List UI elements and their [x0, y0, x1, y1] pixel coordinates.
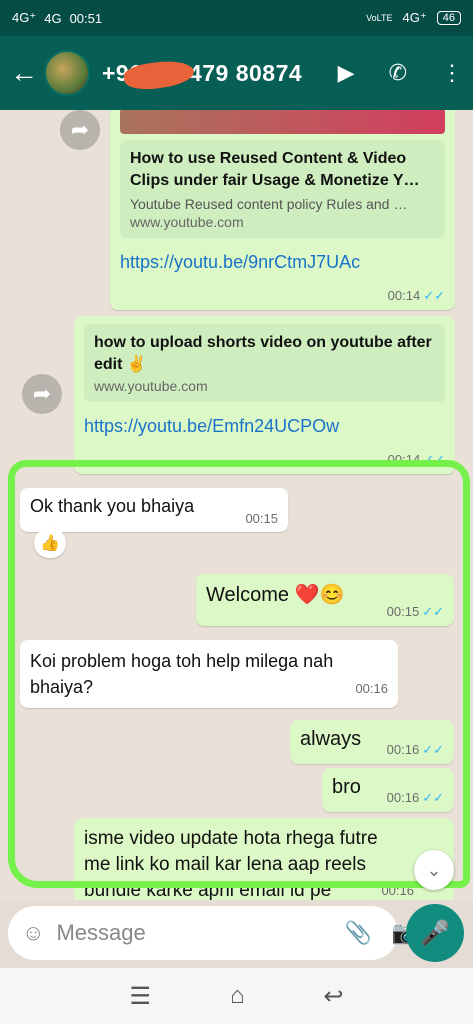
forward-icon[interactable]: ➦: [60, 110, 100, 150]
preview-domain: www.youtube.com: [130, 214, 244, 230]
message-time: 00:14 ✓✓: [387, 452, 445, 467]
message-time: 00:16: [381, 883, 414, 898]
chat-area[interactable]: ➦ How to use Reused Content & Video Clip…: [0, 110, 473, 900]
message-text: Koi problem hoga toh help milega nah bha…: [30, 651, 334, 697]
preview-domain: www.youtube.com: [94, 378, 208, 394]
signal-2: 4G: [44, 10, 62, 26]
network-label: 4G⁺: [402, 10, 427, 25]
reaction-badge[interactable]: 👍: [34, 528, 66, 558]
more-vert-icon[interactable]: ⋮: [441, 60, 463, 86]
read-ticks-icon: ✓✓: [423, 452, 445, 467]
message-time: 00:16 ✓✓: [386, 790, 444, 805]
message-text: always: [300, 728, 362, 750]
preview-description: Youtube Reused content policy Rules and …: [130, 196, 408, 212]
arrow-left-icon[interactable]: ←: [10, 57, 38, 89]
message-bubble[interactable]: how to upload shorts video on youtube af…: [74, 316, 455, 474]
battery-indicator: 46: [436, 11, 461, 25]
message-bubble[interactable]: Ok thank you bhaiya 00:15: [20, 488, 288, 532]
contact-name[interactable]: +91 ··· ·479 80874: [102, 56, 302, 93]
message-input[interactable]: [56, 920, 345, 946]
message-bubble[interactable]: isme video update hota rhega futre me li…: [74, 818, 454, 900]
message-time: 00:15: [245, 511, 278, 526]
menu-nav-icon[interactable]: ☰: [129, 982, 151, 1011]
status-bar: 4G⁺ 4G 00:51 VoLTE 4G⁺ 46: [0, 0, 473, 36]
message-text: bro: [332, 776, 361, 798]
phone-icon[interactable]: ✆: [389, 60, 407, 86]
read-ticks-icon: ✓✓: [422, 742, 444, 757]
home-nav-icon[interactable]: ⌂: [230, 982, 245, 1010]
message-text: isme video update hota rhega futre me li…: [84, 828, 378, 900]
back-nav-icon[interactable]: ↩: [323, 982, 343, 1011]
message-text: Ok thank you bhaiya: [30, 496, 195, 516]
link-preview[interactable]: How to use Reused Content & Video Clips …: [120, 140, 445, 238]
system-nav-bar: ☰ ⌂ ↩: [0, 968, 473, 1024]
message-time: 00:16: [355, 681, 388, 696]
avatar[interactable]: [44, 50, 90, 96]
video-thumbnail: [120, 110, 445, 134]
message-bubble[interactable]: bro 00:16 ✓✓: [322, 768, 454, 812]
video-call-icon[interactable]: ▶︎: [338, 60, 355, 86]
signal-1: 4G⁺: [12, 10, 37, 25]
message-bubble[interactable]: Welcome ❤️😊 00:15 ✓✓: [196, 574, 454, 626]
chat-header: ← +91 ··· ·479 80874 ▶︎ ✆ ⋮: [0, 36, 473, 110]
message-bubble[interactable]: Koi problem hoga toh help milega nah bha…: [20, 640, 398, 708]
message-text: Welcome ❤️😊: [206, 584, 345, 606]
status-time: 00:51: [69, 10, 103, 26]
volte-label: VoLTE: [366, 13, 393, 23]
message-bubble[interactable]: always 00:16 ✓✓: [290, 720, 454, 764]
link-preview[interactable]: how to upload shorts video on youtube af…: [84, 324, 445, 402]
message-time: 00:16 ✓✓: [386, 742, 444, 757]
message-link[interactable]: https://youtu.be/9nrCtmJ7UAc: [120, 252, 445, 273]
scroll-down-icon[interactable]: ⌄: [414, 850, 454, 890]
message-time: 00:15 ✓✓: [386, 604, 444, 619]
preview-title: how to upload shorts video on youtube af…: [94, 334, 432, 373]
emoji-icon[interactable]: ☺: [22, 920, 44, 946]
read-ticks-icon: ✓✓: [422, 790, 444, 805]
read-ticks-icon: ✓✓: [423, 288, 445, 303]
mic-icon[interactable]: 🎤: [406, 904, 464, 962]
preview-title: How to use Reused Content & Video Clips …: [130, 150, 420, 189]
forward-icon[interactable]: ➦: [22, 374, 62, 414]
read-ticks-icon: ✓✓: [422, 604, 444, 619]
message-time: 00:14 ✓✓: [387, 288, 445, 303]
paperclip-icon[interactable]: 📎: [344, 920, 371, 946]
message-composer: ☺ 📎 📷: [8, 906, 419, 960]
message-bubble[interactable]: How to use Reused Content & Video Clips …: [110, 110, 455, 310]
message-link[interactable]: https://youtu.be/Emfn24UCPOw: [84, 416, 445, 437]
